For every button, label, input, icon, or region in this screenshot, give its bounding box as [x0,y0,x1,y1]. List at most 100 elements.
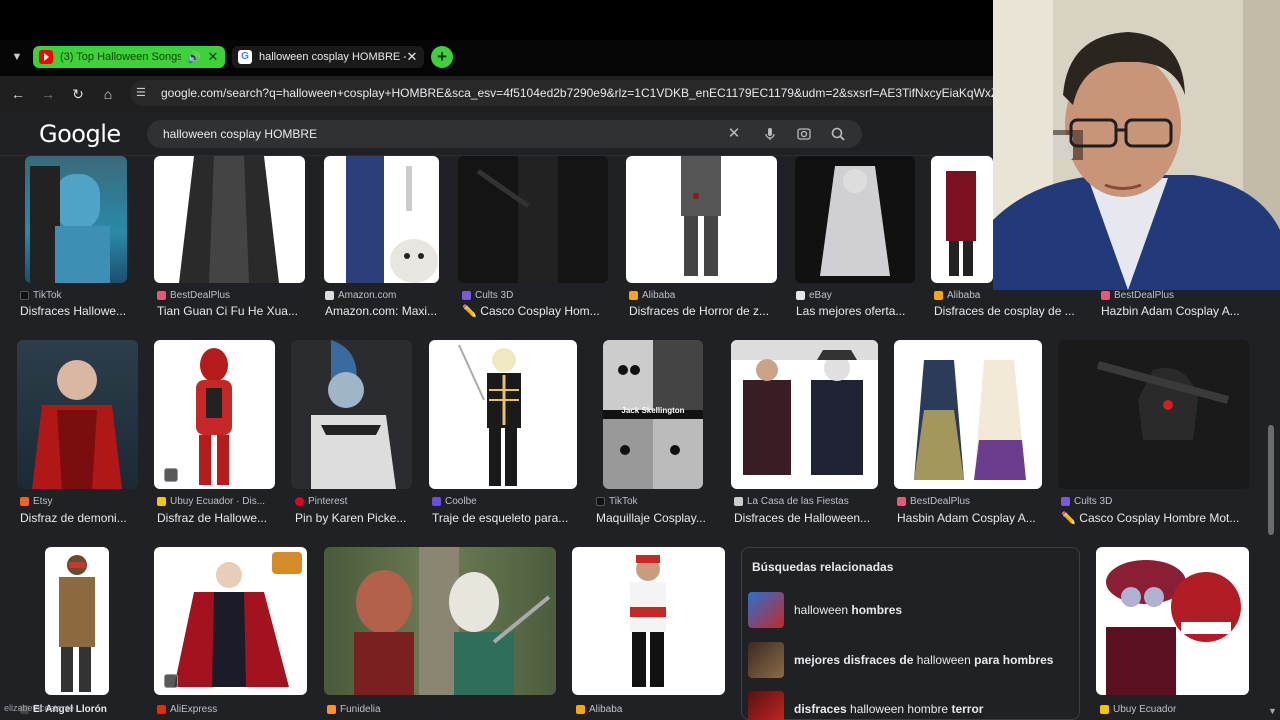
url-text[interactable]: google.com/search?q=halloween+cosplay+HO… [161,86,993,102]
result-caption[interactable]: Disfraces de Horror de z... [629,304,779,318]
google-logo[interactable]: Google [39,120,121,148]
result-caption[interactable]: Traje de esqueleto para... [432,511,580,525]
result-image[interactable] [795,156,915,283]
result-caption[interactable]: Tian Guan Ci Fu He Xua... [157,304,307,318]
result-source[interactable]: Ubuy Ecuador [1100,704,1250,715]
site-info-icon[interactable]: ☰ [136,86,150,100]
result-caption[interactable]: Hasbin Adam Cosplay A... [897,511,1045,525]
result-source[interactable]: La Casa de las Fiestas [734,496,882,507]
result-image[interactable] [17,340,138,489]
result-image[interactable] [154,547,307,695]
related-search-item[interactable]: mejores disfraces de halloween para homb… [748,642,1078,678]
result-image[interactable] [931,156,993,283]
result-source[interactable]: Alibaba [629,290,779,301]
ubuy-icon [1100,705,1109,714]
related-searches-title: Búsquedas relacionadas [752,560,894,574]
tab-google-search[interactable]: G halloween cosplay HOMBRE - B ✕ [232,46,424,68]
watermark: elizabethcostante [4,703,75,713]
related-thumbnail [748,691,784,720]
result-image[interactable] [25,156,127,283]
result-source[interactable]: Pinterest [295,496,413,507]
result-source[interactable]: Funidelia [327,704,467,715]
text-part: terror [951,702,984,716]
result-image[interactable] [572,547,725,695]
result-image[interactable] [894,340,1042,489]
source-label: TikTok [33,290,62,301]
page-scrollbar[interactable] [1268,425,1274,535]
result-source[interactable]: Alibaba [576,704,716,715]
result-image[interactable] [1058,340,1249,489]
ubuy-icon [157,497,166,506]
result-image[interactable] [429,340,577,489]
result-image[interactable] [731,340,878,489]
result-image[interactable] [154,340,275,489]
result-source[interactable]: eBay [796,290,916,301]
result-source[interactable]: Etsy [20,496,140,507]
result-caption[interactable]: Disfraz de demoni... [20,511,138,525]
home-icon[interactable]: ⌂ [98,84,118,104]
text-part: mejores disfraces de [794,653,917,667]
tiktok-icon [596,497,605,506]
speaker-icon[interactable]: 🔊 [187,51,201,64]
result-source[interactable]: BestDealPlus [157,290,307,301]
result-caption[interactable]: ✏️ Casco Cosplay Hom... [462,304,612,318]
result-caption[interactable]: Las mejores oferta... [796,304,916,318]
result-image[interactable] [324,156,439,283]
result-source[interactable]: Amazon.com [325,290,445,301]
result-source[interactable]: Alibaba [934,290,1084,301]
tab-youtube[interactable]: (3) Top Halloween Songs of 🔊 ✕ [33,46,225,68]
tab-search-chevron-icon[interactable]: ▼ [9,49,25,65]
result-image[interactable] [45,547,109,695]
search-icon[interactable] [830,126,846,142]
result-source[interactable]: Cults 3D [1061,496,1251,507]
reload-icon[interactable]: ↻ [68,84,88,104]
alibaba-icon [576,705,585,714]
related-search-item[interactable]: disfraces halloween hombre terror [748,691,1078,720]
result-image[interactable]: Jack Skellington [603,340,703,489]
forward-arrow-icon[interactable]: → [38,84,58,104]
source-label: Coolbe [445,496,477,507]
source-label: Etsy [33,496,53,507]
related-search-item[interactable]: halloween hombres [748,592,1078,628]
clear-icon[interactable]: ✕ [726,126,742,142]
result-source[interactable]: TikTok [20,290,130,301]
result-image[interactable] [458,156,608,283]
result-caption[interactable]: Maquillaje Cosplay... [596,511,714,525]
result-caption[interactable]: Hazbin Adam Cosplay A... [1101,304,1261,318]
result-caption[interactable]: Disfraces Hallowe... [20,304,135,318]
result-source[interactable]: BestDealPlus [897,496,1045,507]
result-source[interactable]: TikTok [596,496,714,507]
result-source[interactable]: Cults 3D [462,290,612,301]
caption-text: Casco Cosplay Hombre Mot... [1079,511,1240,525]
result-caption[interactable]: Amazon.com: Maxi... [325,304,445,318]
microphone-icon[interactable] [762,126,778,142]
result-image[interactable] [1096,547,1249,695]
scroll-down-arrow-icon[interactable]: ▼ [1268,706,1277,716]
result-source[interactable]: Ubuy Ecuador · Dis... [157,496,275,507]
source-label: BestDealPlus [170,290,231,301]
text-part: disfraces [794,702,851,716]
source-label: BestDealPlus [910,496,971,507]
tab-title: halloween cosplay HOMBRE - B [259,51,406,63]
new-tab-button[interactable]: + [431,46,453,68]
result-source[interactable]: AliExpress [157,704,297,715]
result-image[interactable] [626,156,777,283]
result-image[interactable] [324,547,556,695]
result-image[interactable] [154,156,305,283]
back-arrow-icon[interactable]: ← [8,84,28,104]
camera-lens-icon[interactable] [796,126,812,142]
result-caption[interactable]: Disfraces de cosplay de ... [934,304,1084,318]
result-source[interactable]: BestDealPlus [1101,290,1261,301]
tab-close-icon[interactable]: ✕ [406,49,418,65]
result-caption[interactable]: Disfraz de Hallowe... [157,511,275,525]
pinterest-icon [295,497,304,506]
tab-close-icon[interactable]: ✕ [207,49,219,65]
search-query[interactable]: halloween cosplay HOMBRE [163,127,317,141]
result-source[interactable]: Coolbe [432,496,580,507]
result-caption[interactable]: ✏️ Casco Cosplay Hombre Mot... [1061,511,1251,525]
source-label: TikTok [609,496,638,507]
result-caption[interactable]: Pin by Karen Picke... [295,511,413,525]
result-image[interactable] [291,340,412,489]
result-caption[interactable]: Disfraces de Halloween... [734,511,882,525]
video-badge-icon [164,468,178,482]
